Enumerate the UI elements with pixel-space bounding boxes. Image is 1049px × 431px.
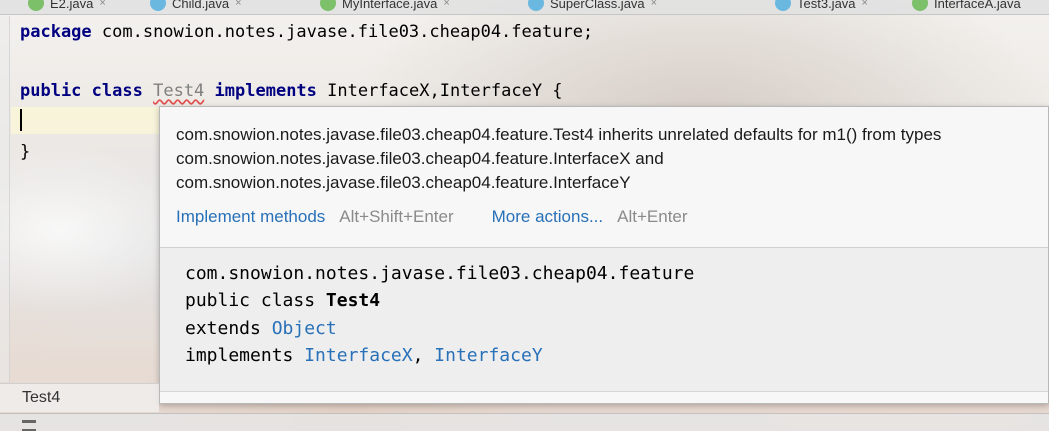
keyword: class <box>91 81 143 101</box>
class-name-error[interactable]: Test4 <box>153 81 204 101</box>
implement-methods-link[interactable]: Implement methods <box>176 207 325 227</box>
breadcrumb[interactable]: Test4 <box>0 383 159 412</box>
close-icon[interactable]: × <box>862 0 868 9</box>
tab-label: Child.java <box>172 0 230 11</box>
doc-class-name: Test4 <box>325 290 381 311</box>
doc-declaration: public class Test4 <box>185 287 380 314</box>
more-actions-link[interactable]: More actions... <box>492 207 604 227</box>
error-line: com.snowion.notes.javase.file03.cheap04.… <box>176 125 942 144</box>
class-icon <box>528 0 544 11</box>
doc-object-link[interactable]: Object <box>272 318 337 339</box>
close-icon[interactable]: × <box>443 0 449 9</box>
doc-implements-kw: implements <box>185 345 305 366</box>
interface-icon <box>320 0 336 11</box>
error-line: com.snowion.notes.javase.file03.cheap04.… <box>176 149 664 168</box>
tab-superclass[interactable]: SuperClass.java × <box>528 0 657 12</box>
keyword: public <box>20 81 82 101</box>
error-line: com.snowion.notes.javase.file03.cheap04.… <box>176 173 631 192</box>
editor-tab-strip: E2.java × Child.java × MyInterface.java … <box>0 0 1049 15</box>
package-name: com.snowion.notes.javase.file03.cheap04.… <box>91 22 594 42</box>
class-icon <box>28 0 44 11</box>
bottom-tool-bar <box>0 413 1049 431</box>
tab-label: MyInterface.java <box>342 0 438 11</box>
text-caret <box>20 109 22 131</box>
close-icon[interactable]: × <box>99 0 105 9</box>
tab-myinterface[interactable]: MyInterface.java × <box>320 0 450 12</box>
keyword: implements <box>214 81 317 101</box>
tab-label: E2.java <box>50 0 94 11</box>
editor-gutter[interactable] <box>0 16 10 382</box>
tab-test3[interactable]: Test3.java × <box>775 0 868 12</box>
shortcut-hint: Alt+Enter <box>617 207 688 226</box>
closing-brace[interactable]: } <box>20 141 30 163</box>
menu-icon[interactable] <box>22 420 36 431</box>
class-icon <box>775 0 791 11</box>
tab-e2[interactable]: E2.java × <box>28 0 106 12</box>
tab-label: Test3.java <box>797 0 856 11</box>
divider <box>160 391 1048 392</box>
close-icon[interactable]: × <box>651 0 657 9</box>
doc-implements: implements InterfaceX, InterfaceY <box>185 342 543 369</box>
doc-package: com.snowion.notes.javase.file03.cheap04.… <box>185 263 695 284</box>
tab-label: SuperClass.java <box>550 0 645 11</box>
doc-decl-prefix: public class <box>185 290 326 311</box>
error-description: com.snowion.notes.javase.file03.cheap04.… <box>176 123 1048 195</box>
doc-separator: , <box>412 345 435 366</box>
interface-list: InterfaceX,InterfaceY { <box>316 81 563 101</box>
close-icon[interactable]: × <box>235 0 241 9</box>
doc-interfacex-link[interactable]: InterfaceX <box>304 345 412 366</box>
tab-interfacea[interactable]: InterfaceA.java <box>912 0 1021 12</box>
keyword: package <box>20 22 92 42</box>
doc-interfacey-link[interactable]: InterfaceY <box>434 345 542 366</box>
class-declaration[interactable]: public class Test4 implements InterfaceX… <box>20 80 563 102</box>
class-icon <box>150 0 166 11</box>
error-quick-fix-popup[interactable]: com.snowion.notes.javase.file03.cheap04.… <box>159 106 1049 404</box>
tab-label: InterfaceA.java <box>934 0 1021 11</box>
interface-icon <box>912 0 928 11</box>
current-line-highlight <box>11 107 159 134</box>
quick-fix-actions: Implement methods Alt+Shift+Enter More a… <box>176 205 688 229</box>
doc-extends-kw: extends <box>185 318 272 339</box>
doc-extends: extends Object <box>185 315 337 342</box>
tab-child[interactable]: Child.java × <box>150 0 242 12</box>
quick-documentation: com.snowion.notes.javase.file03.cheap04.… <box>160 248 1048 391</box>
shortcut-hint: Alt+Shift+Enter <box>339 207 454 226</box>
package-declaration[interactable]: package com.snowion.notes.javase.file03.… <box>20 21 593 43</box>
